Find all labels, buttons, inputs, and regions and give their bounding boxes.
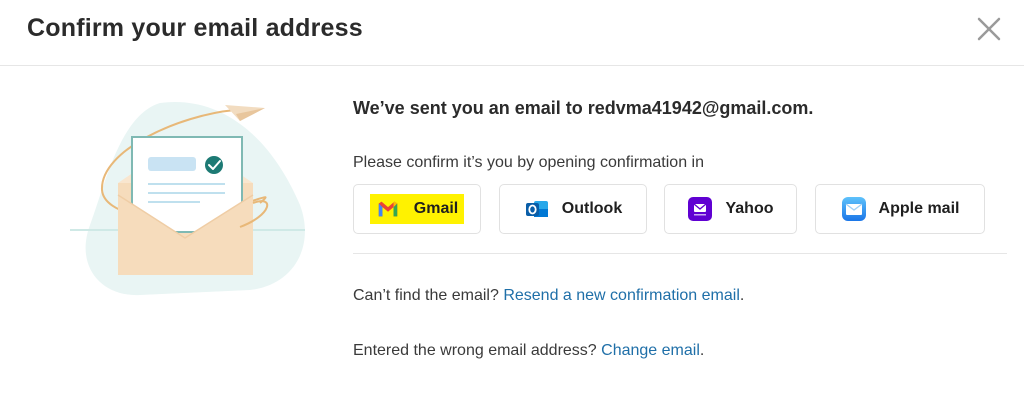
yahoo-button[interactable]: Yahoo xyxy=(664,184,797,234)
change-email-line: Entered the wrong email address? Change … xyxy=(353,342,704,360)
outlook-label: Outlook xyxy=(561,200,623,217)
envelope-illustration xyxy=(70,101,305,296)
sent-message: We’ve sent you an email to redvma41942@g… xyxy=(353,98,813,119)
divider xyxy=(353,253,1007,254)
gmail-icon xyxy=(378,201,397,217)
outlook-button[interactable]: Outlook xyxy=(499,184,647,234)
dialog-title: Confirm your email address xyxy=(27,14,363,42)
change-suffix: . xyxy=(699,342,705,359)
gmail-label: Gmail xyxy=(413,200,459,217)
gmail-button[interactable]: Gmail xyxy=(353,184,481,234)
change-question: Entered the wrong email address? xyxy=(353,342,602,359)
yahoo-icon xyxy=(688,197,713,221)
dialog-header: Confirm your email address xyxy=(0,0,1024,66)
resend-question: Can’t find the email? xyxy=(353,287,504,304)
outlook-icon xyxy=(525,201,548,217)
resend-line: Can’t find the email? Resend a new confi… xyxy=(353,287,744,305)
close-icon[interactable] xyxy=(974,14,1004,44)
yahoo-label: Yahoo xyxy=(725,200,774,217)
sent-prefix: We’ve sent you an email to xyxy=(353,98,588,118)
apple-mail-icon xyxy=(841,197,866,221)
resend-link[interactable]: Resend a new confirmation email xyxy=(503,287,740,304)
confirm-prompt: Please confirm it’s you by opening confi… xyxy=(353,154,704,171)
apple-mail-label: Apple mail xyxy=(878,200,960,217)
change-email-link[interactable]: Change email xyxy=(601,342,700,359)
resend-suffix: . xyxy=(739,287,745,304)
email-address: redvma41942@gmail.com. xyxy=(587,98,814,118)
gmail-highlight: Gmail xyxy=(369,194,465,224)
apple-mail-button[interactable]: Apple mail xyxy=(815,184,985,234)
